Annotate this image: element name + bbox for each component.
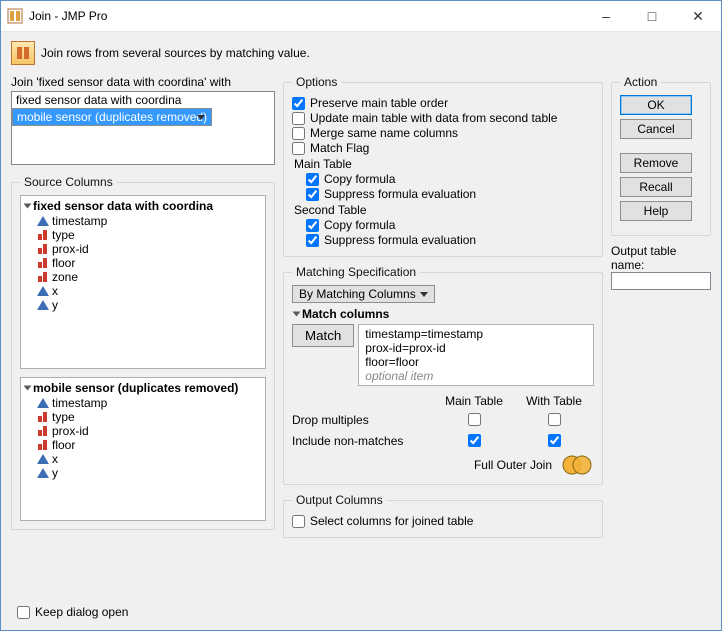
second-table-label: Second Table <box>294 203 594 217</box>
join-type-label: Full Outer Join <box>474 458 552 472</box>
match-columns-label: Match columns <box>302 307 389 321</box>
main-suppress-checkbox[interactable] <box>306 188 319 201</box>
table-name: fixed sensor data with coordina <box>33 199 213 213</box>
app-icon <box>7 8 23 24</box>
disclosure-icon[interactable] <box>293 312 301 317</box>
close-button[interactable]: ✕ <box>675 1 721 31</box>
tables-list-item[interactable]: mobile sensor (duplicates removed) <box>12 108 212 126</box>
nominal-icon <box>37 230 49 240</box>
continuous-icon <box>37 398 49 408</box>
output-columns-legend: Output Columns <box>292 493 387 507</box>
merge-same-checkbox[interactable] <box>292 127 305 140</box>
main-table-label: Main Table <box>294 157 594 171</box>
join-with-label: Join 'fixed sensor data with coordina' w… <box>11 75 275 89</box>
nominal-icon <box>37 244 49 254</box>
output-name-input[interactable] <box>611 272 711 290</box>
include-nonmatches-with-checkbox[interactable] <box>548 434 561 447</box>
column-name[interactable]: type <box>52 228 75 242</box>
drop-multiples-with-checkbox[interactable] <box>548 413 561 426</box>
nominal-icon <box>37 272 49 282</box>
recall-button[interactable]: Recall <box>620 177 692 197</box>
column-name[interactable]: y <box>52 466 58 480</box>
keep-dialog-open-checkbox[interactable] <box>17 606 30 619</box>
continuous-icon <box>37 300 49 310</box>
column-name[interactable]: type <box>52 410 75 424</box>
hint-row: Join rows from several sources by matchi… <box>11 41 711 65</box>
continuous-icon <box>37 454 49 464</box>
column-name[interactable]: floor <box>52 256 75 270</box>
action-legend: Action <box>620 75 661 89</box>
update-main-checkbox[interactable] <box>292 112 305 125</box>
column-name[interactable]: x <box>52 452 58 466</box>
preserve-order-checkbox[interactable] <box>292 97 305 110</box>
continuous-icon <box>37 468 49 478</box>
disclosure-icon[interactable] <box>24 386 32 391</box>
minimize-button[interactable]: – <box>583 1 629 31</box>
continuous-icon <box>37 286 49 296</box>
drop-multiples-main-checkbox[interactable] <box>468 413 481 426</box>
window-title: Join - JMP Pro <box>29 9 583 23</box>
match-pairs-list[interactable]: timestamp=timestamp prox-id=prox-id floo… <box>358 324 594 386</box>
cancel-button[interactable]: Cancel <box>620 119 692 139</box>
match-pair[interactable]: timestamp=timestamp <box>365 327 587 341</box>
ok-button[interactable]: OK <box>620 95 692 115</box>
match-pair-placeholder[interactable]: optional item <box>365 369 587 383</box>
column-name[interactable]: y <box>52 298 58 312</box>
join-icon <box>11 41 35 65</box>
column-name[interactable]: x <box>52 284 58 298</box>
column-name[interactable]: prox-id <box>52 424 89 438</box>
match-pair[interactable]: floor=floor <box>365 355 587 369</box>
column-name[interactable]: prox-id <box>52 242 89 256</box>
help-button[interactable]: Help <box>620 201 692 221</box>
column-name[interactable]: timestamp <box>52 396 107 410</box>
main-copy-formula-checkbox[interactable] <box>306 173 319 186</box>
column-name[interactable]: floor <box>52 438 75 452</box>
drop-multiples-label: Drop multiples <box>292 413 434 427</box>
nominal-icon <box>37 258 49 268</box>
match-mode-select[interactable]: By Matching Columns <box>292 285 435 303</box>
column-name[interactable]: timestamp <box>52 214 107 228</box>
select-columns-checkbox[interactable] <box>292 515 305 528</box>
nominal-icon <box>37 426 49 436</box>
match-pair[interactable]: prox-id=prox-id <box>365 341 587 355</box>
titlebar: Join - JMP Pro – □ ✕ <box>1 1 721 32</box>
match-button[interactable]: Match <box>292 324 354 347</box>
include-nonmatches-main-checkbox[interactable] <box>468 434 481 447</box>
source-columns-2[interactable]: mobile sensor (duplicates removed) times… <box>20 377 266 521</box>
output-name-label: Output table name: <box>611 244 711 272</box>
with-table-header: With Table <box>514 394 594 408</box>
include-nonmatches-label: Include non-matches <box>292 434 434 448</box>
column-name[interactable]: zone <box>52 270 78 284</box>
nominal-icon <box>37 440 49 450</box>
matching-spec-legend: Matching Specification <box>292 265 420 279</box>
disclosure-icon[interactable] <box>24 204 32 209</box>
hint-text: Join rows from several sources by matchi… <box>41 46 310 60</box>
remove-button[interactable]: Remove <box>620 153 692 173</box>
match-flag-checkbox[interactable] <box>292 142 305 155</box>
venn-icon <box>560 454 594 476</box>
second-copy-formula-checkbox[interactable] <box>306 219 319 232</box>
nominal-icon <box>37 412 49 422</box>
continuous-icon <box>37 216 49 226</box>
source-columns-legend: Source Columns <box>20 175 117 189</box>
tables-list[interactable]: fixed sensor data with coordina mobile s… <box>11 91 275 165</box>
table-name: mobile sensor (duplicates removed) <box>33 381 238 395</box>
main-table-header: Main Table <box>434 394 514 408</box>
options-legend: Options <box>292 75 341 89</box>
tables-list-item[interactable]: fixed sensor data with coordina <box>12 92 274 108</box>
maximize-button[interactable]: □ <box>629 1 675 31</box>
second-suppress-checkbox[interactable] <box>306 234 319 247</box>
source-columns-1[interactable]: fixed sensor data with coordina timestam… <box>20 195 266 369</box>
